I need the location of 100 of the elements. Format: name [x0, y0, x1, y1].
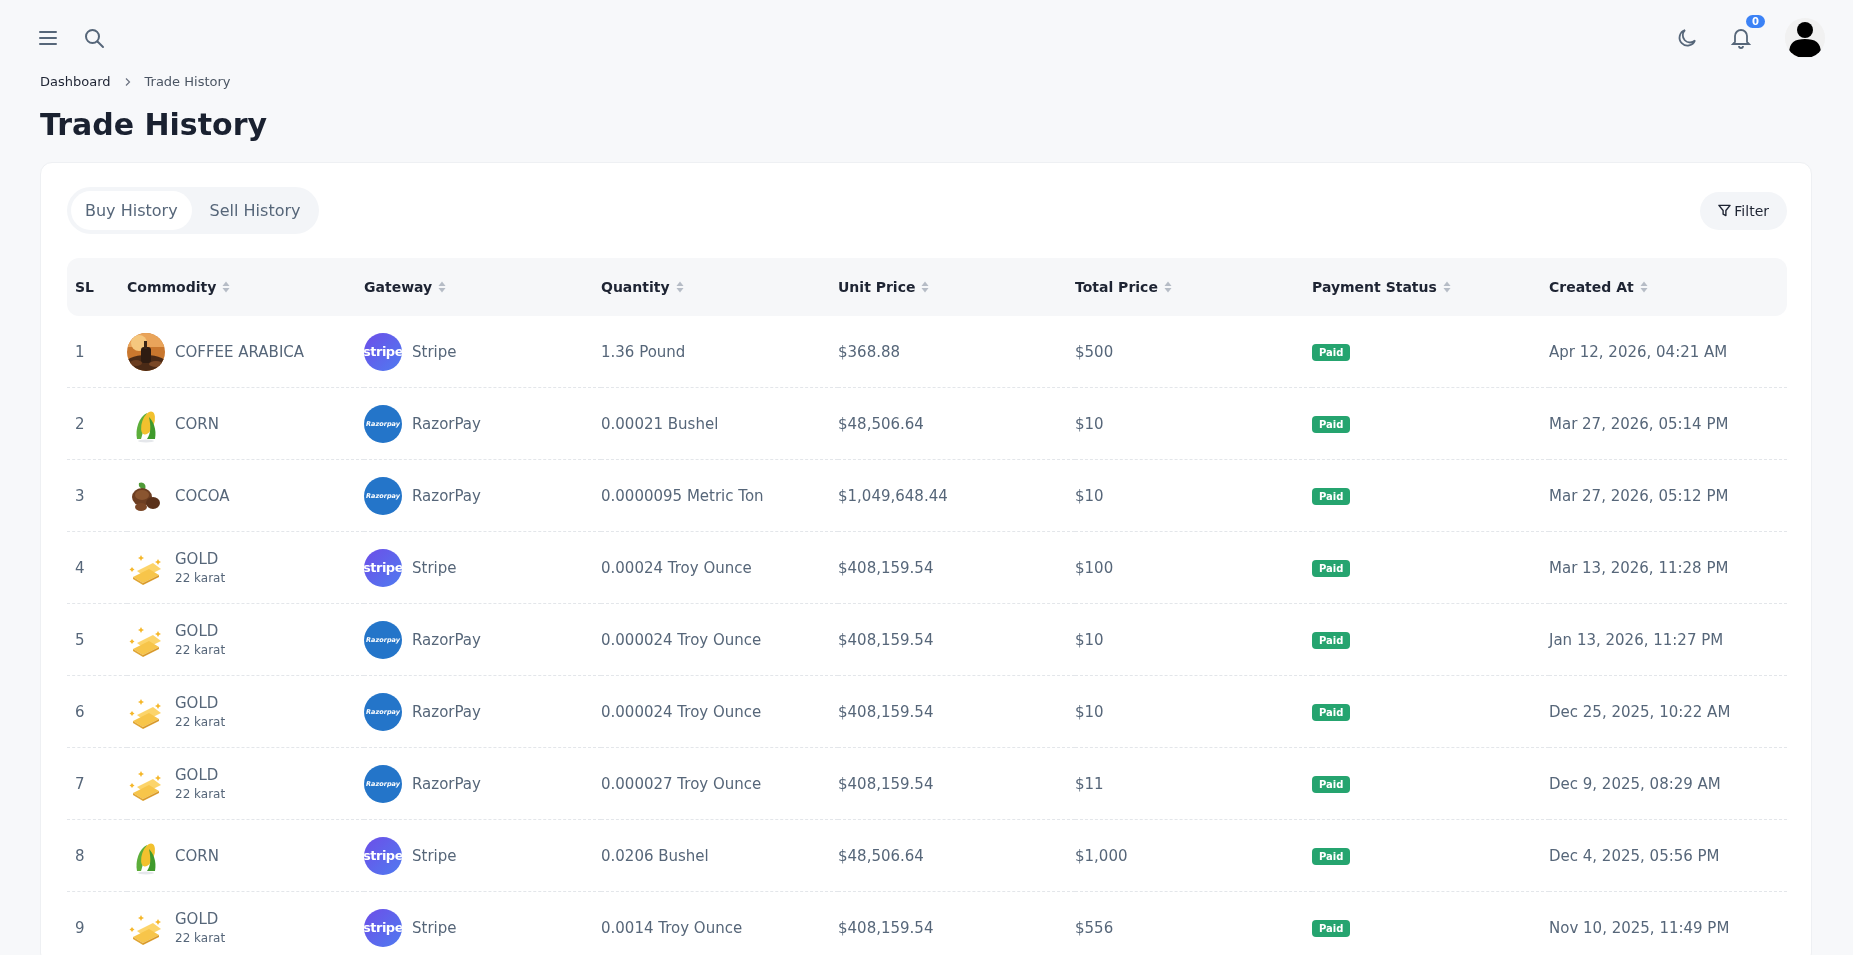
quantity: 0.0014 Troy Ounce	[601, 918, 743, 937]
search-icon[interactable]	[82, 26, 106, 50]
unit-price: $408,159.54	[838, 774, 934, 793]
commodity-variant: 22 karat	[175, 643, 226, 657]
status-badge: Paid	[1312, 776, 1351, 793]
row-number: 5	[75, 630, 85, 649]
column-header: SL	[75, 279, 94, 295]
filter-icon	[1718, 204, 1732, 217]
gateway-logo: stripe	[364, 332, 402, 371]
total-price: $11	[1075, 774, 1104, 793]
total-price: $1,000	[1075, 846, 1128, 865]
gateway-name: RazorPay	[412, 630, 481, 649]
gateway-name: RazorPay	[412, 414, 481, 433]
sort-icon[interactable]	[921, 281, 930, 293]
unit-price: $1,049,648.44	[838, 486, 948, 505]
tab[interactable]: Sell History	[195, 191, 315, 230]
quantity: 0.000024 Troy Ounce	[601, 702, 762, 721]
status-badge: Paid	[1312, 704, 1351, 721]
created-at: Dec 4, 2025, 05:56 PM	[1549, 846, 1720, 865]
status-badge: Paid	[1312, 848, 1351, 865]
unit-price: $408,159.54	[838, 558, 934, 577]
status-badge: Paid	[1312, 920, 1351, 937]
quantity: 0.00021 Bushel	[601, 414, 719, 433]
column-header: Total Price	[1075, 279, 1158, 295]
created-at: Apr 12, 2026, 04:21 AM	[1549, 342, 1728, 361]
gateway-name: Stripe	[412, 558, 457, 577]
created-at: Jan 13, 2026, 11:27 PM	[1549, 630, 1724, 649]
quantity: 0.0000095 Metric Ton	[601, 486, 764, 505]
column-header: Created At	[1549, 279, 1634, 295]
total-price: $10	[1075, 630, 1104, 649]
commodity-name: CORN	[175, 846, 219, 865]
status-badge: Paid	[1312, 488, 1351, 505]
commodity-variant: 22 karat	[175, 571, 226, 585]
gateway-name: Stripe	[412, 846, 457, 865]
row-number: 4	[75, 558, 85, 577]
commodity-name: GOLD	[175, 766, 220, 784]
sort-icon[interactable]	[1639, 281, 1648, 293]
quantity: 1.36 Pound	[601, 342, 686, 361]
unit-price: $368.88	[838, 342, 901, 361]
commodity-name: GOLD	[175, 694, 220, 712]
sort-icon[interactable]	[1442, 281, 1451, 293]
total-price: $556	[1075, 918, 1114, 937]
total-price: $500	[1075, 342, 1114, 361]
row-number: 3	[75, 486, 85, 505]
created-at: Mar 27, 2026, 05:14 PM	[1549, 414, 1729, 433]
unit-price: $48,506.64	[838, 846, 924, 865]
unit-price: $48,506.64	[838, 414, 924, 433]
status-badge: Paid	[1312, 416, 1351, 433]
sort-icon[interactable]	[438, 281, 447, 293]
total-price: $10	[1075, 486, 1104, 505]
commodity-name: COCOA	[175, 486, 230, 505]
gateway-logo: stripe	[364, 548, 402, 587]
row-number: 1	[75, 342, 85, 361]
filter-button[interactable]: Filter	[1700, 191, 1787, 230]
commodity-variant: 22 karat	[175, 787, 226, 801]
page-title: Trade History	[40, 107, 269, 142]
gateway-logo: stripe	[364, 836, 402, 875]
commodity-name: COFFEE ARABICA	[175, 342, 305, 361]
quantity: 0.000024 Troy Ounce	[601, 630, 762, 649]
commodity-variant: 22 karat	[175, 715, 226, 729]
quantity: 0.00024 Troy Ounce	[601, 558, 752, 577]
breadcrumb-link[interactable]: Dashboard	[40, 74, 111, 89]
total-price: $10	[1075, 414, 1104, 433]
commodity-name: GOLD	[175, 622, 220, 640]
commodity-variant: 22 karat	[175, 931, 226, 945]
unit-price: $408,159.54	[838, 918, 934, 937]
row-number: 9	[75, 918, 85, 937]
gateway-name: Stripe	[412, 918, 457, 937]
status-badge: Paid	[1312, 632, 1351, 649]
sort-icon[interactable]	[1163, 281, 1172, 293]
gateway-name: RazorPay	[412, 702, 481, 721]
tab[interactable]: Buy History	[71, 191, 192, 230]
unit-price: $408,159.54	[838, 702, 934, 721]
sort-icon[interactable]	[222, 281, 231, 293]
gateway-name: RazorPay	[412, 486, 481, 505]
created-at: Nov 10, 2025, 11:49 PM	[1549, 918, 1730, 937]
row-number: 8	[75, 846, 85, 865]
created-at: Dec 25, 2025, 10:22 AM	[1549, 702, 1731, 721]
notification-count: 0	[1746, 15, 1765, 28]
total-price: $100	[1075, 558, 1114, 577]
created-at: Dec 9, 2025, 08:29 AM	[1549, 774, 1721, 793]
row-number: 7	[75, 774, 85, 793]
quantity: 0.000027 Troy Ounce	[601, 774, 762, 793]
column-header: Unit Price	[838, 279, 916, 295]
gateway-logo: stripe	[364, 908, 402, 947]
column-header: Commodity	[127, 279, 217, 295]
commodity-name: GOLD	[175, 910, 220, 928]
gateway-name: Stripe	[412, 342, 457, 361]
created-at: Mar 27, 2026, 05:12 PM	[1549, 486, 1729, 505]
commodity-name: GOLD	[175, 550, 220, 568]
row-number: 2	[75, 414, 85, 433]
unit-price: $408,159.54	[838, 630, 934, 649]
column-header: Payment Status	[1312, 279, 1437, 295]
gateway-name: RazorPay	[412, 774, 481, 793]
sort-icon[interactable]	[675, 281, 684, 293]
created-at: Mar 13, 2026, 11:28 PM	[1549, 558, 1729, 577]
status-badge: Paid	[1312, 560, 1351, 577]
status-badge: Paid	[1312, 344, 1351, 361]
column-header: Gateway	[364, 279, 433, 295]
row-number: 6	[75, 702, 85, 721]
